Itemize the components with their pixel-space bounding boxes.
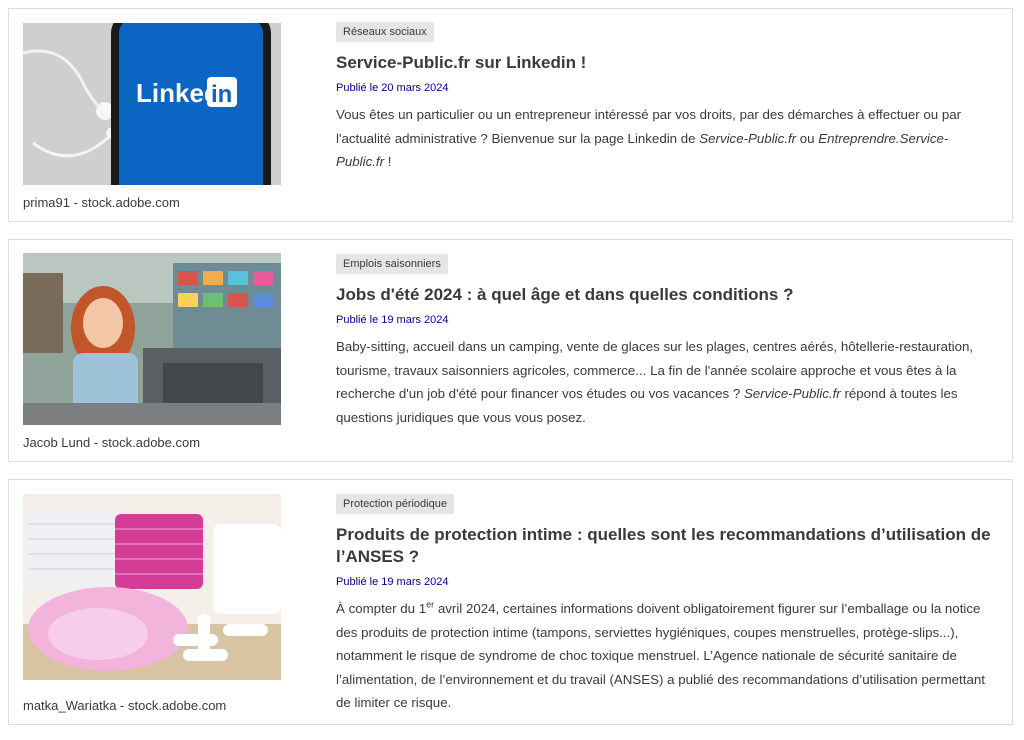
publish-date: Publié le 20 mars 2024 — [336, 82, 996, 94]
summary-text: ou — [796, 130, 819, 146]
article-card-linkedin[interactable]: Linked in prima91 - stock.adobe.com Rése… — [8, 8, 1013, 222]
publish-date-value: 19 mars 2024 — [381, 314, 449, 326]
publish-date: Publié le 19 mars 2024 — [336, 576, 996, 588]
article-summary: Vous êtes un particulier ou un entrepren… — [336, 103, 996, 174]
publish-date-prefix: Publié le — [336, 576, 382, 588]
image-credit: matka_Wariatka - stock.adobe.com — [23, 698, 227, 713]
summary-text: ! — [384, 154, 392, 169]
linkedin-phone-illustration: Linked in — [23, 23, 281, 185]
article-image[interactable]: Linked in — [23, 23, 281, 185]
summary-emphasis: Service-Public.fr — [699, 130, 797, 146]
publish-date-value: 20 mars 2024 — [381, 82, 449, 94]
category-badge: Réseaux sociaux — [336, 22, 434, 42]
article-card-jobs[interactable]: Jacob Lund - stock.adobe.com Emplois sai… — [8, 239, 1013, 462]
image-credit: Jacob Lund - stock.adobe.com — [23, 435, 201, 450]
publish-date-value: 19 mars 2024 — [381, 576, 449, 588]
article-title[interactable]: Jobs d'été 2024 : à quel âge et dans que… — [336, 284, 996, 306]
image-credit: prima91 - stock.adobe.com — [23, 195, 180, 210]
publish-date-prefix: Publié le — [336, 314, 382, 326]
category-badge: Protection périodique — [336, 494, 454, 514]
cashier-photo-illustration — [23, 253, 281, 425]
linkedin-in-logo: in — [211, 81, 232, 108]
category-badge: Emplois saisonniers — [336, 254, 448, 274]
article-summary: À compter du 1er avril 2024, certaines i… — [336, 597, 996, 715]
article-title[interactable]: Service-Public.fr sur Linkedin ! — [336, 52, 996, 74]
article-card-protection[interactable]: matka_Wariatka - stock.adobe.com Protect… — [8, 479, 1013, 725]
summary-emphasis: Service-Public.fr — [743, 386, 841, 401]
article-summary: Baby-sitting, accueil dans un camping, v… — [336, 335, 996, 429]
summary-text: avril 2024, certaines informations doive… — [336, 601, 985, 710]
article-image[interactable] — [23, 253, 281, 425]
publish-date-prefix: Publié le — [336, 82, 382, 94]
article-title[interactable]: Produits de protection intime : quelles … — [336, 524, 996, 568]
summary-text: À compter du 1 — [336, 601, 427, 616]
article-image[interactable] — [23, 494, 281, 680]
hygiene-products-illustration — [23, 494, 281, 680]
summary-superscript: er — [426, 599, 435, 610]
publish-date: Publié le 19 mars 2024 — [336, 314, 996, 326]
